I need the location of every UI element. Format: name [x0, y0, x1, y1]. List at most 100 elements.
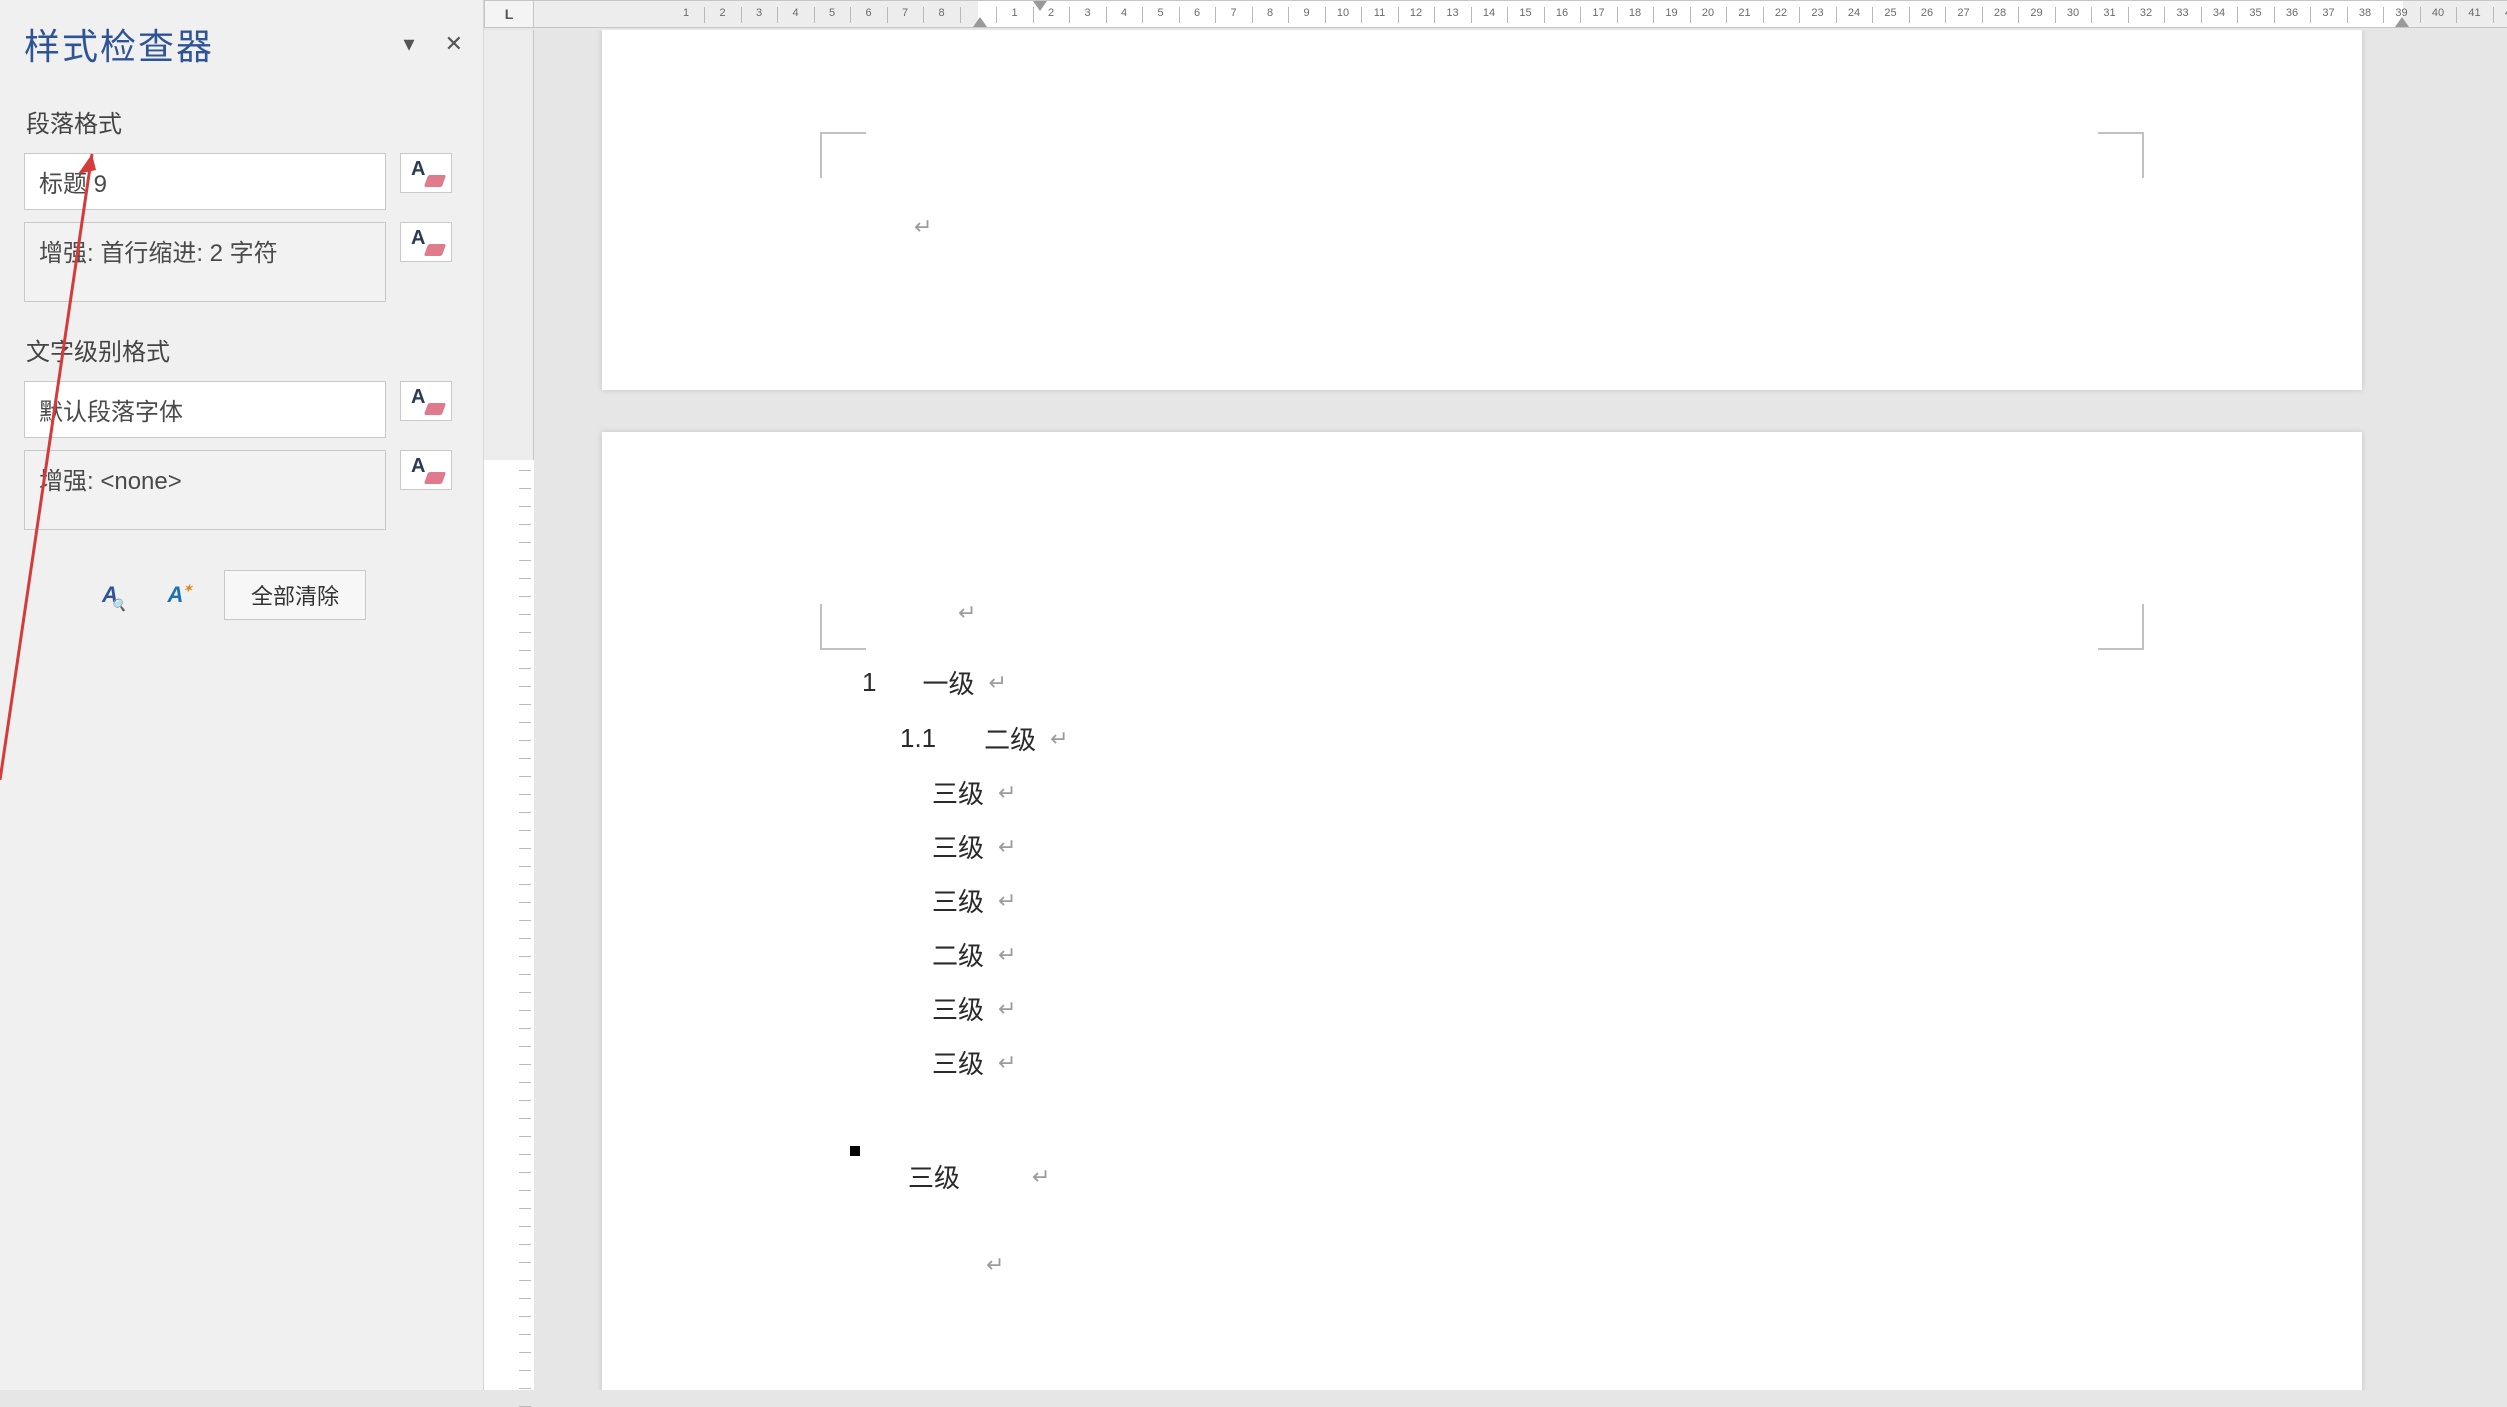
ruler-bar	[2091, 7, 2092, 23]
outline-number: 1	[862, 667, 876, 698]
reveal-formatting-button[interactable]: A🔍	[84, 573, 136, 617]
ruler-bar	[850, 7, 851, 23]
paragraph-enhance-field[interactable]: 增强: 首行缩进: 2 字符	[24, 222, 386, 302]
document-line[interactable]: 三级↵	[932, 882, 1016, 919]
paragraph-style-field[interactable]: 标题 9	[24, 153, 386, 210]
panel-options-dropdown-icon[interactable]: ▾	[404, 31, 415, 57]
ruler-bar	[1252, 7, 1253, 23]
ruler-bar	[1580, 7, 1581, 23]
left-indent-marker[interactable]	[973, 17, 987, 27]
page-previous: ↵	[602, 30, 2362, 390]
eraser-icon: A	[411, 388, 441, 414]
document-line[interactable]: 1.1二级↵	[900, 720, 1069, 757]
margin-crop-mark	[820, 604, 866, 650]
clear-all-button[interactable]: 全部清除	[224, 570, 366, 620]
v-ruler-tick	[519, 1046, 531, 1047]
ruler-tick: 7	[1230, 7, 1236, 19]
page-current: ↵1一级↵1.1二级↵三级↵三级↵三级↵二级↵三级↵三级↵三级↵↵	[602, 432, 2362, 1390]
line-text: 三级	[932, 990, 984, 1027]
ruler-tick: 29	[2030, 7, 2042, 19]
ruler-tick: 26	[1921, 7, 1933, 19]
v-ruler-tick	[519, 884, 531, 885]
ruler-tick: 11	[1374, 7, 1385, 19]
ruler-bar	[2420, 7, 2421, 23]
ruler-bar	[1434, 7, 1435, 23]
ruler-tick: 36	[2286, 7, 2298, 19]
clear-text-style-button[interactable]: A	[400, 381, 452, 421]
document-line[interactable]: 三级↵	[932, 1044, 1016, 1081]
ruler-tick: 7	[902, 7, 908, 19]
ruler-tick: 31	[2103, 7, 2115, 19]
text-style-row: 默认段落字体 A	[24, 381, 463, 438]
ruler-tick: 28	[1994, 7, 2006, 19]
v-ruler-tick	[519, 722, 531, 723]
v-ruler-tick	[519, 1244, 531, 1245]
v-ruler-tick	[519, 596, 531, 597]
ruler-bar	[1836, 7, 1837, 23]
ruler-bar	[996, 7, 997, 23]
line-text: 三级	[932, 828, 984, 865]
ruler-bar	[887, 7, 888, 23]
v-ruler-tick	[519, 1226, 531, 1227]
horizontal-ruler[interactable]: 8765432112345678910111213141516171819202…	[534, 0, 2507, 28]
document-line[interactable]: 二级↵	[932, 936, 1016, 973]
close-icon[interactable]: ✕	[445, 31, 463, 57]
document-line[interactable]: 三级↵	[932, 990, 1016, 1027]
v-ruler-tick	[519, 974, 531, 975]
document-line[interactable]: 三级↵	[932, 774, 1016, 811]
document-line[interactable]: 三级↵	[932, 828, 1016, 865]
ruler-tick: 4	[1121, 7, 1127, 19]
line-text: 三级	[932, 774, 984, 811]
v-ruler-tick	[519, 1172, 531, 1173]
paragraph-mark-icon: ↵	[914, 214, 932, 240]
clear-text-enhance-button[interactable]: A	[400, 450, 452, 490]
ruler-tick: 8	[938, 7, 944, 19]
v-ruler-tick	[519, 1064, 531, 1065]
eraser-icon: A	[411, 457, 441, 483]
paragraph-mark-icon: ↵	[988, 670, 1006, 696]
ruler-tick: 32	[2140, 7, 2152, 19]
ruler-bar	[1215, 7, 1216, 23]
clear-paragraph-enhance-button[interactable]: A	[400, 222, 452, 262]
ruler-bar	[1726, 7, 1727, 23]
ruler-bar	[1398, 7, 1399, 23]
v-ruler-tick	[519, 866, 531, 867]
first-line-indent-marker[interactable]	[1033, 1, 1047, 11]
paragraph-mark-icon: ↵	[998, 1050, 1016, 1076]
document-line-current[interactable]: 三级↵	[908, 1158, 1050, 1195]
eraser-icon: A	[411, 160, 441, 186]
panel-header-tools: ▾ ✕	[404, 31, 463, 57]
document-line[interactable]: 1一级↵	[862, 664, 1007, 701]
ruler-bar	[923, 7, 924, 23]
ruler-bar	[1142, 7, 1143, 23]
v-ruler-tick	[519, 560, 531, 561]
ruler-tick: 3	[1084, 7, 1090, 19]
new-style-button[interactable]: A✶	[154, 573, 206, 617]
ruler-row: L 87654321123456789101112131415161718192…	[484, 0, 2507, 30]
ruler-bar	[1069, 7, 1070, 23]
ruler-tick: 10	[1337, 7, 1349, 19]
ruler-bar	[2493, 7, 2494, 23]
paragraph-mark-icon: ↵	[1032, 1164, 1050, 1190]
line-text: 二级	[932, 936, 984, 973]
clear-paragraph-style-button[interactable]: A	[400, 153, 452, 193]
ruler-bar	[1763, 7, 1764, 23]
ruler-tick: 21	[1738, 7, 1750, 19]
text-style-field[interactable]: 默认段落字体	[24, 381, 386, 438]
panel-header: 样式检查器 ▾ ✕	[24, 14, 463, 74]
ruler-tick: 8	[1267, 7, 1273, 19]
v-ruler-tick	[519, 1010, 531, 1011]
paragraph-enhance-value: 增强: 首行缩进: 2 字符	[39, 233, 278, 268]
vertical-ruler[interactable]	[484, 30, 534, 1390]
ruler-tick: 33	[2176, 7, 2188, 19]
v-ruler-tick	[519, 956, 531, 957]
page-canvas[interactable]: ↵ ↵1一级↵1.1二级↵三级↵三级↵三级↵二级↵三级↵三级↵三级↵↵	[534, 30, 2507, 1390]
margin-crop-mark	[820, 132, 866, 178]
ruler-corner-tab-selector[interactable]: L	[484, 0, 534, 28]
ruler-bar	[1617, 7, 1618, 23]
v-ruler-tick	[519, 1190, 531, 1191]
ruler-bar	[2237, 7, 2238, 23]
ruler-bar	[1507, 7, 1508, 23]
text-enhance-field[interactable]: 增强: <none>	[24, 450, 386, 530]
ruler-tick: 6	[865, 7, 871, 19]
